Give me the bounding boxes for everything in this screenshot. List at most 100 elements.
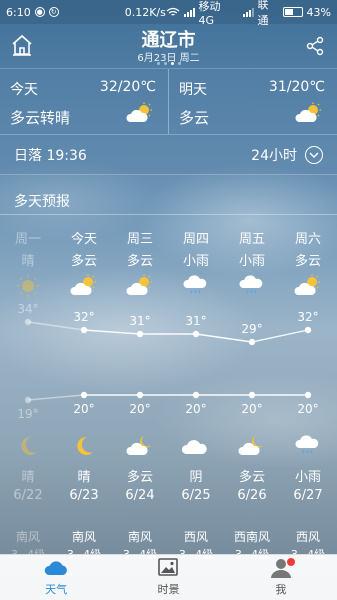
forecast-wind-direction: 南风 [15, 530, 40, 544]
partly-cloudy-icon [126, 102, 152, 122]
forecast-night-condition: 多云 [126, 470, 153, 485]
forecast-wind-direction: 西南风 [233, 530, 270, 544]
status-bar: 6:10 ● ↻ 0.12K/s 移动 4G 联通 43% [0, 0, 337, 27]
tab-me[interactable]: 我 [225, 555, 337, 600]
forecast-night-condition: 多云 [238, 470, 265, 485]
low-temp-point [248, 391, 256, 399]
high-temp-point [80, 326, 88, 334]
sunset-row: 日落 19:36 24小时 [0, 135, 337, 175]
high-temp-point [136, 330, 144, 338]
battery-icon [282, 7, 303, 17]
high-temp-point [304, 326, 312, 334]
high-temp-label: 31° [185, 314, 206, 328]
forecast-weekday: 周六 [294, 232, 321, 247]
sync-icon: ↻ [48, 7, 59, 17]
low-temp-label: 20° [297, 402, 318, 416]
forecast-weekday: 周一 [14, 232, 41, 247]
partly-cloudy-night-icon [126, 436, 151, 455]
low-temp-point [304, 391, 312, 399]
forecast-day-condition: 小雨 [238, 254, 265, 269]
forecast-night-condition: 晴 [77, 470, 91, 485]
forecast-day-condition: 晴 [21, 254, 35, 269]
forecast-weekday: 今天 [70, 232, 97, 247]
high-temp-label: 32° [73, 310, 94, 324]
temp-segment [27, 394, 85, 401]
page-dot [163, 62, 167, 65]
tab-me-label: 我 [275, 583, 287, 596]
network-speed: 0.12K/s [124, 5, 166, 19]
tomorrow-condition: 多云 [179, 109, 210, 127]
high-temp-point [192, 330, 200, 338]
tab-weather-label: 天气 [45, 583, 68, 596]
forecast-weekday: 周四 [182, 232, 209, 247]
notification-dot [286, 558, 295, 566]
partly-cloudy-icon [295, 102, 321, 122]
forecast-date: 6/27 [293, 488, 323, 503]
partly-cloudy-icon [294, 274, 320, 295]
today-temp: 32/20℃ [99, 79, 156, 95]
high-temp-label: 34° [17, 302, 38, 316]
partly-cloudy-night-icon [238, 436, 263, 455]
light-rain-icon [239, 275, 263, 294]
forecast-date: 6/23 [69, 488, 99, 503]
low-temp-point [136, 391, 144, 399]
moon-icon [77, 436, 93, 455]
today-card[interactable]: 今天 32/20℃ 多云转晴 [0, 69, 168, 134]
high-temp-label: 31° [129, 314, 150, 328]
tab-bar: 天气 时景 我 [0, 554, 337, 600]
low-temp-point [80, 391, 88, 399]
temp-segment [83, 329, 141, 335]
forecast-day-condition: 多云 [294, 254, 321, 269]
light-rain-icon [183, 275, 207, 294]
forecast-wind-direction: 西风 [295, 530, 320, 544]
chevron-down-icon[interactable] [305, 145, 323, 164]
tab-scenes[interactable]: 时景 [112, 555, 224, 600]
moon-icon [21, 436, 37, 455]
carrier-1: 移动 4G [198, 0, 221, 27]
low-temp-label: 20° [129, 402, 150, 416]
wifi-icon [166, 7, 180, 16]
low-temp-label: 20° [241, 402, 262, 416]
page-dot-active [170, 62, 174, 65]
city-header: 通辽市 6月23日 周二 [0, 24, 337, 68]
low-temp-label: 20° [73, 402, 94, 416]
tomorrow-card[interactable]: 明天 31/20℃ 多云 [168, 69, 337, 134]
hourly-toggle-label[interactable]: 24小时 [251, 145, 297, 165]
tomorrow-temp: 31/20℃ [268, 79, 325, 95]
partly-cloudy-icon [126, 274, 152, 295]
divider [0, 214, 337, 215]
signal-icon-2 [242, 7, 254, 17]
page-dot [156, 62, 160, 65]
temperature-chart: 34° 19° 32° 20° 31° 20° 31° 20° 29° 20° 32° 20° [17, 302, 318, 421]
light-rain-icon [295, 435, 319, 454]
cloudy-icon [182, 440, 207, 454]
signal-icon [183, 7, 195, 17]
forecast-day-condition: 多云 [70, 254, 97, 269]
forecast-date: 6/26 [237, 488, 267, 503]
forecast-title: 多天预报 [14, 194, 70, 210]
forecast-weekday: 周五 [238, 232, 265, 247]
low-temp-point [192, 391, 200, 399]
low-temp-point [24, 396, 32, 404]
page-dot [177, 62, 181, 65]
battery-level: 43% [306, 5, 331, 19]
share-icon[interactable] [305, 36, 325, 56]
cloud-icon [44, 561, 68, 575]
photo-icon [158, 558, 179, 576]
forecast-night-condition: 阴 [189, 470, 203, 485]
forecast-day-condition: 小雨 [182, 254, 209, 269]
forecast-date: 6/22 [13, 488, 43, 503]
forecast-wind-direction: 南风 [127, 530, 152, 544]
high-temp-point [248, 338, 256, 346]
high-temp-label: 32° [297, 310, 318, 324]
forecast-weekday: 周三 [126, 232, 153, 247]
forecast-date: 6/25 [181, 488, 211, 503]
low-temp-label: 19° [17, 407, 38, 421]
notification-icon: ● [34, 7, 45, 17]
forecast-day-condition: 多云 [126, 254, 153, 269]
partly-cloudy-icon [70, 274, 96, 295]
forecast-wind-direction: 西风 [183, 530, 208, 544]
high-temp-label: 29° [241, 322, 262, 336]
sun-icon [17, 275, 39, 297]
tab-weather[interactable]: 天气 [0, 555, 112, 600]
